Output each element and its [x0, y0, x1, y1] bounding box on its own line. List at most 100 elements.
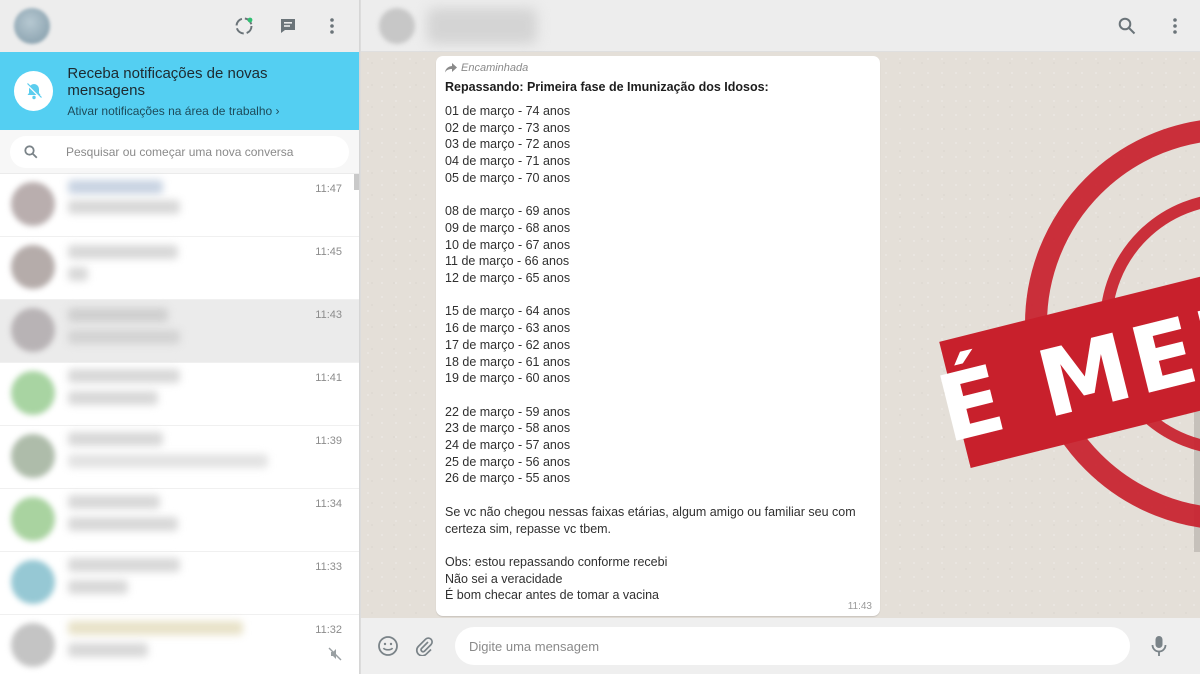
chat-list-item[interactable]: 11:32	[0, 615, 359, 674]
blurred-contact-name	[68, 558, 180, 572]
message-line: Se vc não chegou nessas faixas etárias, …	[445, 504, 856, 519]
chat-time: 11:45	[315, 246, 342, 258]
contact-avatar[interactable]	[379, 7, 415, 44]
contact-avatar	[11, 371, 55, 415]
contact-avatar	[11, 308, 55, 352]
conversation-scrollbar[interactable]	[1194, 352, 1200, 552]
blurred-message-preview	[68, 517, 178, 531]
message-line: 08 de março - 69 anos	[445, 204, 571, 219]
message-line: 16 de março - 63 anos	[445, 321, 571, 336]
blurred-message-preview	[68, 391, 158, 405]
message-line: 09 de março - 68 anos	[445, 220, 571, 235]
contact-avatar	[11, 623, 55, 667]
chat-time: 11:32	[315, 624, 342, 636]
forwarded-label: Encaminhada	[445, 62, 871, 74]
blurred-contact-name	[68, 495, 160, 509]
contact-avatar	[11, 434, 55, 478]
chat-list-item[interactable]: 11:39	[0, 426, 359, 489]
search-input[interactable]	[66, 144, 326, 159]
message-line: 22 de março - 59 anos	[445, 404, 571, 419]
search-bar	[0, 130, 359, 174]
blurred-contact-name	[68, 369, 180, 383]
message-line: 05 de março - 70 anos	[445, 170, 571, 185]
blurred-message-preview	[68, 454, 268, 468]
chat-time: 11:34	[315, 498, 342, 510]
search-box[interactable]	[10, 135, 349, 168]
sidebar-header	[0, 0, 359, 52]
message-line: 24 de março - 57 anos	[445, 438, 571, 453]
blurred-contact-name	[68, 180, 163, 194]
message-line: 11 de março - 66 anos	[445, 254, 570, 269]
composer-bar	[361, 618, 1200, 674]
message-line: 18 de março - 61 anos	[445, 354, 571, 369]
chat-time: 11:39	[315, 435, 342, 447]
message-bubble[interactable]: Encaminhada Repassando: Primeira fase de…	[436, 56, 880, 616]
enable-notifications-link[interactable]: Ativar notificações na área de trabalho …	[67, 104, 345, 118]
blurred-contact-name	[68, 432, 163, 446]
message-line: 25 de março - 56 anos	[445, 454, 571, 469]
contact-avatar	[11, 182, 55, 226]
chat-list-item[interactable]: 11:41	[0, 363, 359, 426]
profile-avatar[interactable]	[14, 8, 50, 44]
chat-list-item-active[interactable]: 11:43	[0, 300, 359, 363]
blurred-contact-name	[68, 308, 168, 322]
muted-bell-icon	[14, 71, 54, 111]
chat-list-item[interactable]: 11:47	[0, 174, 359, 237]
blurred-contact-name	[68, 245, 178, 259]
status-icon[interactable]	[233, 15, 255, 37]
message-line: 10 de março - 67 anos	[445, 237, 571, 252]
attach-clip-icon[interactable]	[413, 635, 435, 657]
message-title: Repassando: Primeira fase de Imunização …	[445, 80, 769, 94]
search-icon[interactable]	[1116, 15, 1138, 37]
chat-list-item[interactable]: 11:33	[0, 552, 359, 615]
message-line: 02 de março - 73 anos	[445, 120, 571, 135]
message-input[interactable]	[455, 627, 1130, 665]
message-line: 19 de março - 60 anos	[445, 371, 571, 386]
chat-time: 11:41	[315, 372, 342, 384]
message-line: certeza sim, repasse vc tbem.	[445, 521, 612, 536]
message-line: 17 de março - 62 anos	[445, 337, 571, 352]
blurred-message-preview	[68, 580, 128, 594]
blurred-message-preview	[68, 330, 180, 344]
new-chat-icon[interactable]	[277, 15, 299, 37]
blurred-message-preview	[68, 267, 88, 281]
microphone-icon[interactable]	[1148, 635, 1170, 657]
message-line: 04 de março - 71 anos	[445, 154, 571, 169]
chat-list-item[interactable]: 11:45	[0, 237, 359, 300]
contact-avatar	[11, 560, 55, 604]
conversation-panel: Encaminhada Repassando: Primeira fase de…	[361, 0, 1200, 674]
fake-news-stamp: É MENTIRA	[927, 120, 1200, 528]
menu-icon[interactable]	[1164, 15, 1186, 37]
message-line: 15 de março - 64 anos	[445, 304, 571, 319]
muted-icon	[328, 647, 342, 666]
chat-time: 11:43	[315, 309, 342, 321]
message-line: 26 de março - 55 anos	[445, 471, 571, 486]
message-time: 11:43	[847, 601, 872, 612]
blurred-contact-name	[68, 621, 243, 635]
message-line: 12 de março - 65 anos	[445, 271, 571, 286]
notification-title: Receba notificações de novas mensagens	[67, 64, 268, 99]
chat-list-item[interactable]: 11:34	[0, 489, 359, 552]
message-line: Obs: estou repassando conforme recebi	[445, 554, 668, 569]
menu-icon[interactable]	[321, 15, 343, 37]
message-line: 23 de março - 58 anos	[445, 421, 571, 436]
chat-sidebar: Receba notificações de novas mensagens A…	[0, 0, 360, 674]
message-line: 01 de março - 74 anos	[445, 104, 571, 118]
message-body: 01 de março - 74 anos 02 de março - 73 an…	[445, 103, 871, 604]
blurred-contact-name[interactable]	[427, 7, 537, 44]
search-icon	[22, 143, 40, 161]
notification-banner[interactable]: Receba notificações de novas mensagens A…	[0, 52, 359, 130]
contact-avatar	[11, 497, 55, 541]
message-line: Não sei a veracidade	[445, 571, 563, 586]
emoji-icon[interactable]	[377, 635, 399, 657]
forward-arrow-icon	[445, 63, 457, 73]
conversation-header	[361, 0, 1200, 52]
message-line: É bom checar antes de tomar a vacina	[445, 588, 660, 603]
blurred-message-preview	[68, 200, 180, 214]
chat-list: 11:47 11:45 11:43 11:41 11:39 11:34 11:3…	[0, 174, 359, 674]
